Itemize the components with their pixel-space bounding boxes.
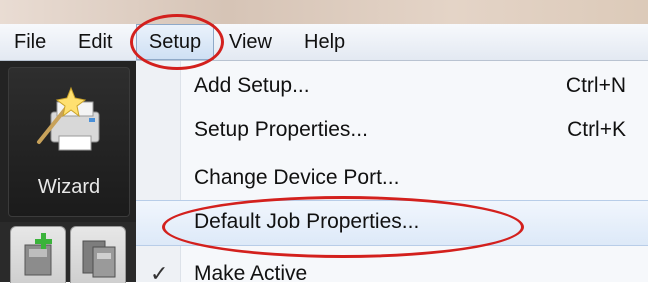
menu-view[interactable]: View	[229, 24, 272, 60]
shortcut-label: Ctrl+K	[567, 118, 626, 141]
menu-help[interactable]: Help	[304, 24, 345, 60]
tab-add-device[interactable]	[10, 226, 66, 283]
window-top-strip	[0, 0, 648, 24]
menu-item-add-setup[interactable]: Add Setup... Ctrl+N	[136, 65, 648, 109]
device-icon	[82, 240, 116, 278]
shortcut-label: Ctrl+N	[565, 74, 626, 97]
setup-dropdown-menu: Add Setup... Ctrl+N Setup Properties... …	[136, 61, 648, 286]
menu-item-label: Change Device Port...	[194, 166, 400, 189]
menu-item-default-job-properties[interactable]: Default Job Properties...	[136, 200, 648, 246]
menu-item-make-active[interactable]: ✓ Make Active	[136, 253, 648, 297]
wizard-button[interactable]: Wizard	[8, 67, 130, 217]
menu-item-label: Setup Properties...	[194, 118, 368, 141]
menu-item-setup-properties[interactable]: Setup Properties... Ctrl+K	[136, 109, 648, 153]
wizard-printer-icon	[37, 86, 100, 151]
check-icon: ✓	[150, 261, 169, 286]
menu-item-label: Add Setup...	[194, 74, 310, 97]
menu-bar: File Edit Setup View Help	[0, 24, 648, 61]
menu-setup[interactable]: Setup	[136, 24, 214, 60]
add-device-icon	[24, 233, 52, 276]
left-toolbar: Wizard	[0, 61, 136, 283]
menu-item-label: Make Active	[194, 262, 308, 285]
menu-file[interactable]: File	[14, 24, 46, 60]
tab-device[interactable]	[70, 226, 126, 283]
wizard-label: Wizard	[37, 176, 101, 198]
menu-item-label: Default Job Properties...	[194, 210, 420, 233]
menu-edit[interactable]: Edit	[78, 24, 112, 60]
menu-item-change-device-port[interactable]: Change Device Port...	[136, 157, 648, 201]
device-tab-strip	[0, 222, 136, 283]
